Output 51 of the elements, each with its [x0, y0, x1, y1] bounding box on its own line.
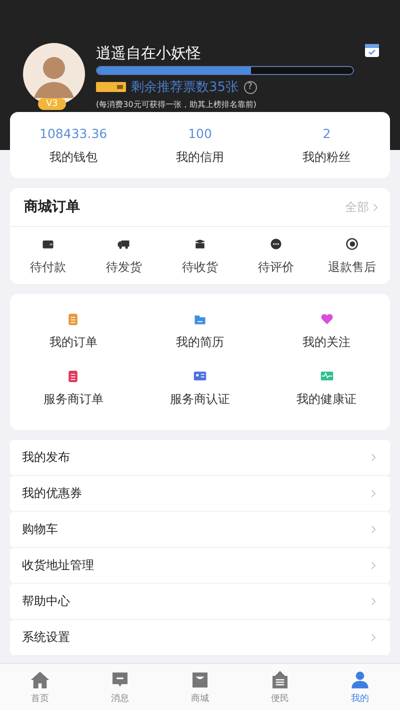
order-status-label[interactable]: 待发货 — [106, 259, 142, 276]
order-status-label[interactable]: 待评价 — [258, 259, 294, 276]
order-status-label[interactable]: 待付款 — [30, 259, 66, 276]
clipboard-icon[interactable] — [66, 369, 80, 383]
service-label[interactable]: 我的健康证 — [296, 391, 357, 408]
menu-item[interactable]: 我的优惠券 — [10, 476, 390, 511]
calendar-icon[interactable] — [364, 42, 380, 58]
stat-label[interactable]: 我的钱包 — [49, 149, 98, 166]
stat-label[interactable]: 我的信用 — [176, 149, 224, 166]
menu-item[interactable]: 我的发布 — [10, 440, 390, 475]
id-card-icon[interactable] — [192, 369, 207, 383]
tab[interactable]: 便民 — [240, 664, 320, 710]
chevron-icon — [371, 597, 376, 606]
shopping-bag-icon — [190, 670, 210, 690]
chat-bubble-icon[interactable] — [269, 237, 283, 251]
ticket-note: (每消费30元可获得一张，助其上榜排名靠前) — [96, 99, 258, 110]
menu-item[interactable]: 收货地址管理 — [10, 548, 390, 583]
person-icon — [350, 670, 370, 690]
chevron-icon — [371, 489, 376, 498]
service-label[interactable]: 服务商订单 — [43, 391, 104, 408]
chevron-icon — [371, 633, 376, 642]
clipboard-icon[interactable] — [66, 312, 80, 326]
service-label[interactable]: 我的关注 — [302, 334, 351, 351]
chevron-icon — [371, 561, 376, 570]
tab[interactable]: 我的 — [320, 664, 400, 710]
chevron-icon — [371, 525, 376, 534]
message-icon — [110, 670, 130, 690]
menu-item[interactable]: 帮助中心 — [10, 584, 390, 619]
home-icon — [30, 670, 50, 690]
notice-board-icon — [270, 670, 290, 690]
chevron-icon — [371, 453, 376, 462]
vip-badge: V3 — [38, 98, 66, 110]
service-label[interactable]: 我的订单 — [49, 334, 98, 351]
heart-icon[interactable] — [320, 312, 334, 326]
service-label[interactable]: 我的简历 — [176, 334, 224, 351]
user-name: 逍遥自在小妖怪 — [96, 44, 202, 63]
help-icon[interactable]: ? — [244, 80, 257, 94]
service-label[interactable]: 服务商认证 — [170, 391, 230, 408]
ticket-icon — [96, 82, 126, 92]
tab[interactable]: 首页 — [0, 664, 80, 710]
menu-item[interactable]: 购物车 — [10, 512, 390, 547]
box-icon[interactable] — [193, 237, 207, 251]
menu-item[interactable]: 系统设置 — [10, 620, 390, 655]
order-status-label[interactable]: 退款售后 — [328, 259, 376, 276]
section-title: 商城订单 — [24, 198, 80, 216]
stat-label[interactable]: 我的粉丝 — [302, 149, 351, 166]
refund-icon[interactable] — [345, 237, 359, 251]
ticket-count: 剩余推荐票数35张 — [131, 79, 239, 96]
tab[interactable]: 商城 — [160, 664, 240, 710]
tab[interactable]: 消息 — [80, 664, 160, 710]
order-status-label[interactable]: 待收货 — [182, 259, 218, 276]
